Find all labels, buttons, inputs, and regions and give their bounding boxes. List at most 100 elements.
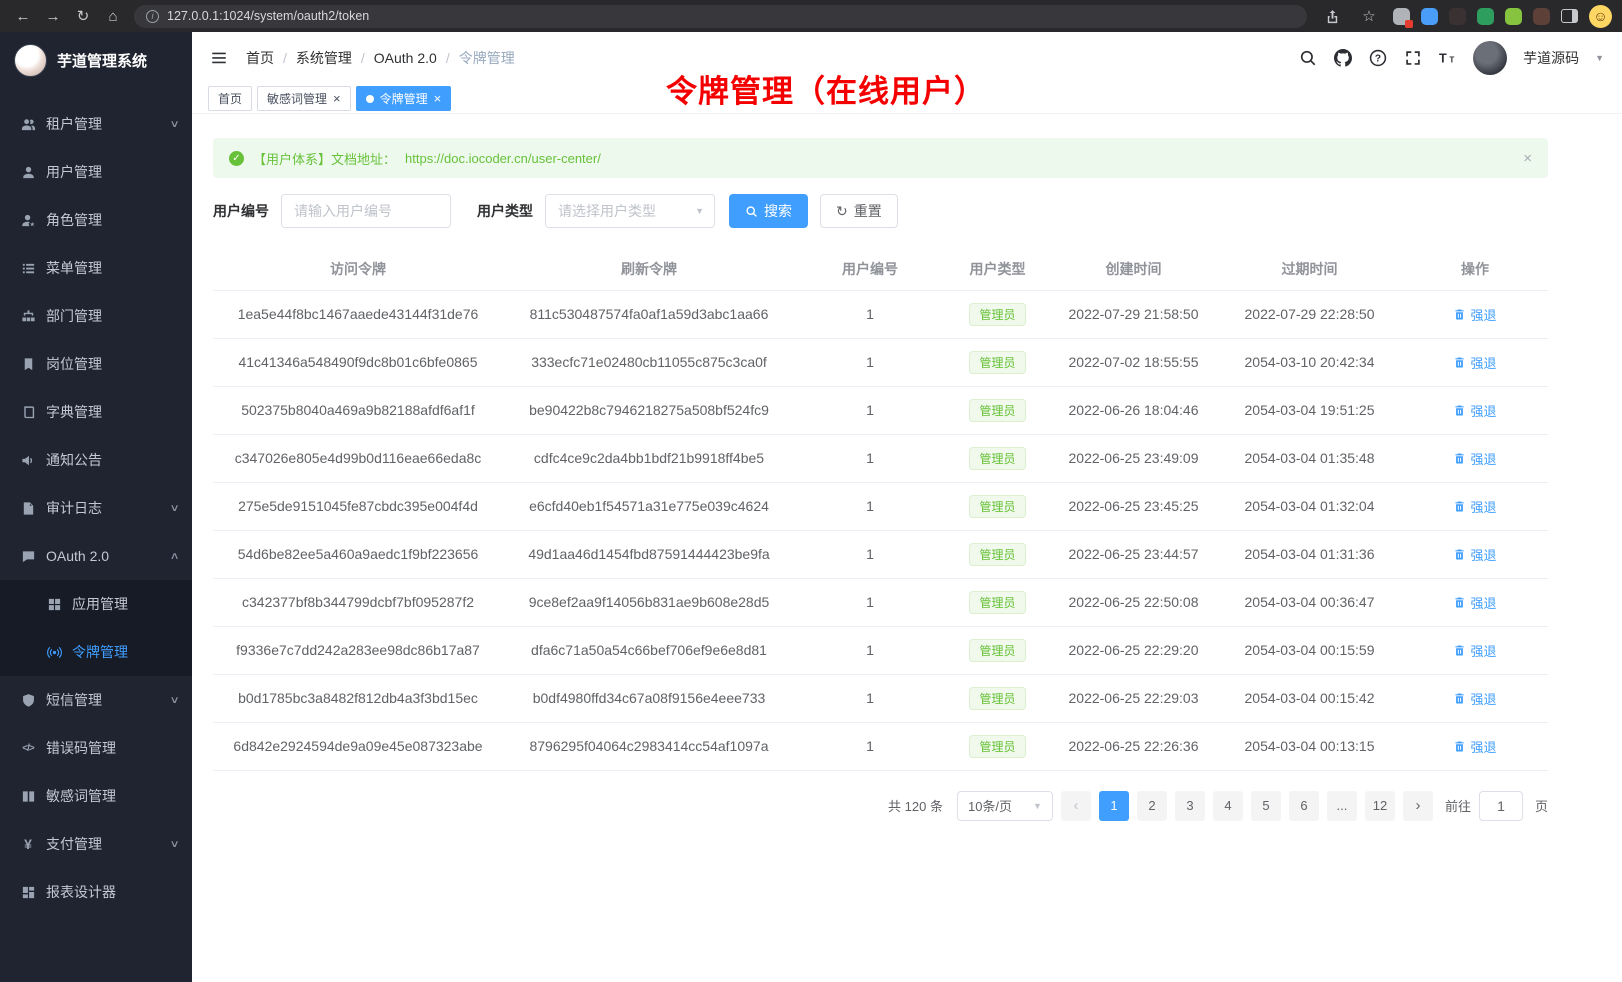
forward-icon[interactable]: → [40, 4, 66, 28]
font-size-icon[interactable]: TT [1439, 49, 1457, 67]
sidebar-item-oauth2[interactable]: OAuth 2.0∧ [0, 532, 192, 580]
chevron-down-icon: ∨ [169, 839, 179, 850]
url-bar[interactable]: i 127.0.0.1:1024/system/oauth2/token [134, 5, 1307, 28]
sidebar-item-notice[interactable]: 通知公告 [0, 436, 192, 484]
user-id-input[interactable] [281, 194, 451, 228]
url-text: 127.0.0.1:1024/system/oauth2/token [167, 9, 369, 23]
create-time-cell: 2022-07-29 21:58:50 [1050, 290, 1217, 338]
sidebar-item-post[interactable]: 岗位管理 [0, 340, 192, 388]
bookmark-star-icon[interactable]: ☆ [1356, 4, 1382, 28]
browser-profile-avatar[interactable]: ☺ [1589, 5, 1612, 28]
extension-icon[interactable] [1393, 8, 1410, 25]
app-logo[interactable]: 芋道管理系统 [0, 32, 192, 88]
force-logout-button[interactable]: 强退 [1453, 353, 1496, 372]
share-icon[interactable] [1319, 4, 1345, 28]
success-check-icon: ✓ [229, 151, 244, 166]
alert-link[interactable]: https://doc.iocoder.cn/user-center/ [405, 151, 601, 166]
force-logout-button[interactable]: 强退 [1453, 545, 1496, 564]
extension-icon[interactable] [1505, 8, 1522, 25]
chevron-down-icon[interactable]: ▼ [1595, 53, 1604, 63]
extension-icon[interactable] [1533, 8, 1550, 25]
user-id-cell: 1 [795, 290, 945, 338]
user-type-label: 用户类型 [477, 201, 533, 221]
extension-icon[interactable] [1477, 8, 1494, 25]
close-icon[interactable]: × [333, 92, 341, 105]
sidebar-item-oauth2-app[interactable]: 应用管理 [0, 580, 192, 628]
force-logout-button[interactable]: 强退 [1453, 737, 1496, 756]
force-logout-button[interactable]: 强退 [1453, 497, 1496, 516]
chevron-up-icon: ∧ [169, 551, 179, 562]
page-button-5[interactable]: 5 [1251, 791, 1281, 821]
force-logout-button[interactable]: 强退 [1453, 305, 1496, 324]
chevron-down-icon: ∨ [169, 119, 179, 130]
breadcrumb-item[interactable]: OAuth 2.0 [374, 50, 437, 66]
breadcrumb-item[interactable]: 首页 [246, 48, 274, 68]
sidebar-item-menu[interactable]: 菜单管理 [0, 244, 192, 292]
extension-icon[interactable] [1449, 8, 1466, 25]
trash-icon [1453, 308, 1466, 321]
force-logout-button[interactable]: 强退 [1453, 641, 1496, 660]
home-icon[interactable]: ⌂ [100, 4, 126, 28]
user-type-select[interactable]: 请选择用户类型 ▼ [545, 194, 715, 228]
sidebar-item-report[interactable]: 报表设计器 [0, 868, 192, 916]
sidebar-item-error-code[interactable]: </>错误码管理 [0, 724, 192, 772]
back-icon[interactable]: ← [10, 4, 36, 28]
reset-button[interactable]: ↻ 重置 [820, 194, 898, 228]
page-button-1[interactable]: 1 [1099, 791, 1129, 821]
sidebar-item-sms[interactable]: 短信管理∨ [0, 676, 192, 724]
fullscreen-icon[interactable] [1404, 49, 1422, 67]
reload-icon[interactable]: ↻ [70, 4, 96, 28]
sidebar-item-user[interactable]: 用户管理 [0, 148, 192, 196]
user-type-tag: 管理员 [969, 303, 1025, 326]
close-icon[interactable]: × [434, 92, 442, 105]
user-id-cell: 1 [795, 386, 945, 434]
breadcrumb-separator: / [283, 50, 287, 66]
sidebar-item-oauth2-token[interactable]: 令牌管理 [0, 628, 192, 676]
tab-sensitive-word[interactable]: 敏感词管理× [257, 86, 351, 111]
column-header: 操作 [1402, 248, 1548, 290]
chevron-down-icon: ▼ [695, 206, 704, 216]
prev-page-button[interactable]: ‹ [1061, 791, 1091, 821]
force-logout-button[interactable]: 强退 [1453, 689, 1496, 708]
sidebar-item-dict[interactable]: 字典管理 [0, 388, 192, 436]
breadcrumb-item[interactable]: 系统管理 [296, 48, 352, 68]
github-icon[interactable] [1334, 49, 1352, 67]
page-ellipsis[interactable]: ... [1327, 791, 1357, 821]
side-panel-icon[interactable] [1561, 9, 1578, 23]
user-avatar[interactable] [1473, 41, 1507, 75]
token-table: 访问令牌刷新令牌用户编号用户类型创建时间过期时间操作 1ea5e44f8bc14… [213, 248, 1548, 771]
trash-icon [1453, 692, 1466, 705]
search-button[interactable]: 搜索 [729, 194, 808, 228]
extension-icon[interactable] [1421, 8, 1438, 25]
search-icon[interactable] [1299, 49, 1317, 67]
extension-list [1393, 8, 1550, 25]
alert-close-icon[interactable]: × [1523, 150, 1532, 167]
page-button-6[interactable]: 6 [1289, 791, 1319, 821]
errcode-icon: </> [20, 740, 36, 756]
sidebar-item-pay[interactable]: ¥支付管理∨ [0, 820, 192, 868]
force-logout-button[interactable]: 强退 [1453, 449, 1496, 468]
page-size-select[interactable]: 10条/页 ▼ [957, 791, 1053, 821]
sidebar-item-dept[interactable]: 部门管理 [0, 292, 192, 340]
sidebar-item-role[interactable]: 角色管理 [0, 196, 192, 244]
user-id-cell: 1 [795, 674, 945, 722]
force-logout-button[interactable]: 强退 [1453, 593, 1496, 612]
page-button-4[interactable]: 4 [1213, 791, 1243, 821]
goto-page-input[interactable] [1479, 791, 1523, 821]
sidebar-item-sensitive-word[interactable]: 敏感词管理 [0, 772, 192, 820]
expire-time-cell: 2054-03-10 20:42:34 [1217, 338, 1402, 386]
page-button-12[interactable]: 12 [1365, 791, 1395, 821]
tab-home[interactable]: 首页 [208, 86, 252, 111]
select-placeholder: 请选择用户类型 [558, 201, 656, 221]
sidebar-item-tenant[interactable]: 租户管理∨ [0, 100, 192, 148]
next-page-button[interactable]: › [1403, 791, 1433, 821]
page-button-3[interactable]: 3 [1175, 791, 1205, 821]
browser-chrome: ←→↻⌂ i 127.0.0.1:1024/system/oauth2/toke… [0, 0, 1622, 32]
username[interactable]: 芋道源码 [1523, 48, 1579, 68]
force-logout-button[interactable]: 强退 [1453, 401, 1496, 420]
sidebar-item-audit-log[interactable]: 审计日志∨ [0, 484, 192, 532]
page-button-2[interactable]: 2 [1137, 791, 1167, 821]
question-icon[interactable]: ? [1369, 49, 1387, 67]
tab-oauth2-token[interactable]: 令牌管理× [356, 86, 452, 111]
collapse-menu-icon[interactable] [210, 48, 230, 68]
